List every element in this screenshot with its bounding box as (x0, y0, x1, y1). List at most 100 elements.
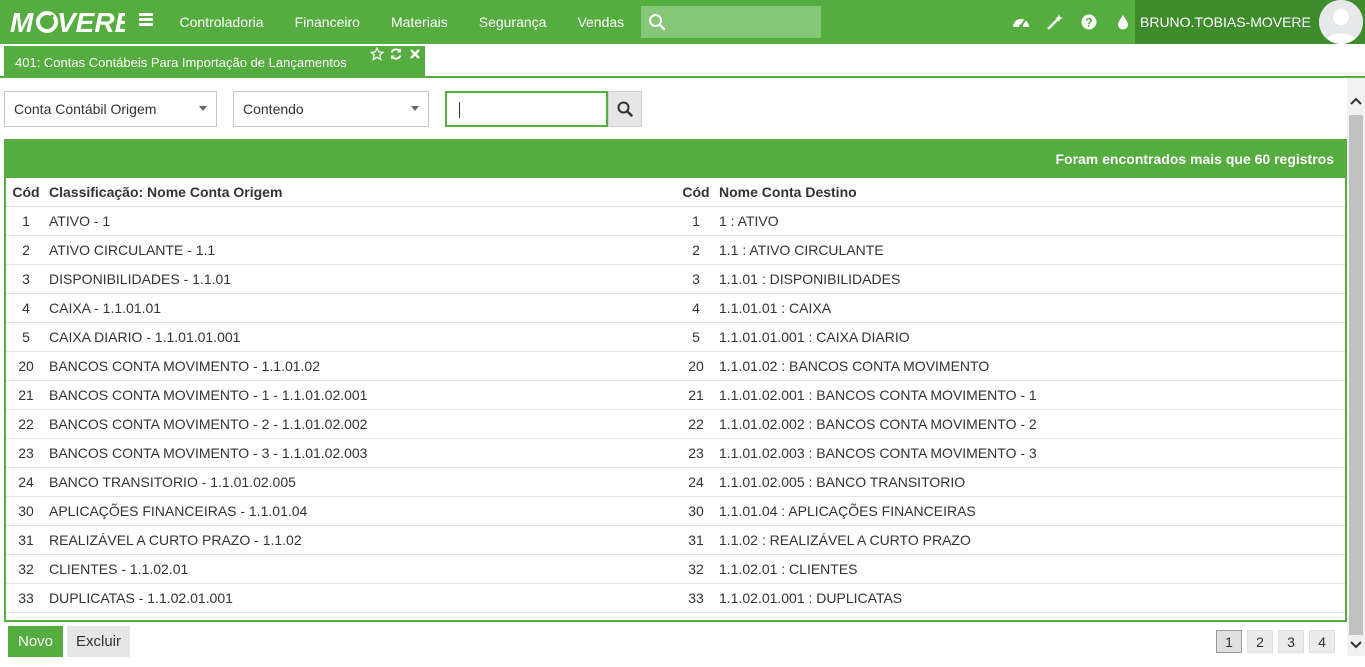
scroll-up-icon[interactable] (1347, 92, 1365, 110)
row-cod-origem: 23 (18, 445, 34, 461)
row-conta-origem: BANCOS CONTA MOVIMENTO - 1.1.01.02 (49, 358, 320, 374)
row-conta-destino: 1 : ATIVO (719, 213, 779, 229)
avatar[interactable] (1319, 0, 1363, 44)
row-cod-destino: 2 (692, 242, 700, 258)
table-row[interactable]: 24 BANCO TRANSITORIO - 1.1.01.02.005 24 1.1… (6, 468, 1345, 497)
chevron-down-icon (411, 106, 419, 111)
table-row[interactable]: 3 DISPONIBILIDADES - 1.1.01 3 1.1.01 : DISP… (6, 265, 1345, 294)
row-conta-destino: 1.1.01.02.002 : BANCOS CONTA MOVIMENTO -… (719, 416, 1037, 432)
results-panel: Foram encontrados mais que 60 registros … (4, 139, 1347, 622)
row-cod-destino: 3 (692, 271, 700, 287)
row-conta-destino: 1.1.01.02.003 : BANCOS CONTA MOVIMENTO -… (719, 445, 1037, 461)
row-cod-destino: 4 (692, 300, 700, 316)
scroll-thumb[interactable] (1349, 115, 1363, 635)
search-icon (617, 101, 633, 117)
top-navbar: M VERE Controladoria Financeiro Materiai… (0, 0, 1365, 44)
table-row[interactable]: 4 CAIXA - 1.1.01.01 4 1.1.01.01 : CAIXA (6, 294, 1345, 323)
page-button-2[interactable]: 2 (1247, 630, 1273, 653)
row-cod-origem: 2 (22, 242, 30, 258)
svg-text:?: ? (1085, 16, 1092, 30)
menu-toggle-icon[interactable] (139, 13, 153, 27)
row-conta-origem: APLICAÇÕES FINANCEIRAS - 1.1.01.04 (49, 503, 308, 519)
table-row[interactable]: 21 BANCOS CONTA MOVIMENTO - 1 - 1.1.01.02… (6, 381, 1345, 410)
table-row[interactable]: 20 BANCOS CONTA MOVIMENTO - 1.1.01.02 20 1.… (6, 352, 1345, 381)
filter-value-field (445, 91, 608, 127)
column-header-conta-destino[interactable]: Nome Conta Destino (719, 178, 857, 206)
menu-item-financeiro[interactable]: Financeiro (279, 0, 375, 44)
row-conta-origem: REALIZÁVEL A CURTO PRAZO - 1.1.02 (49, 532, 302, 548)
row-cod-destino: 31 (688, 532, 704, 548)
row-cod-origem: 30 (18, 503, 34, 519)
magic-wand-icon[interactable] (1038, 0, 1072, 44)
row-cod-destino: 30 (688, 503, 704, 519)
star-icon[interactable] (370, 47, 384, 61)
dashboard-icon[interactable] (1004, 0, 1038, 44)
filter-field-select[interactable]: Conta Contábil Origem (4, 91, 217, 127)
svg-text:M: M (10, 7, 34, 38)
row-conta-destino: 1.1.01 : DISPONIBILIDADES (719, 271, 901, 287)
user-menu[interactable]: BRUNO.TOBIAS-MOVERE (1135, 0, 1365, 44)
column-header-conta-origem[interactable]: Classificação: Nome Conta Origem (49, 178, 282, 206)
row-conta-destino: 1.1.01.02.005 : BANCO TRANSITORIO (719, 474, 966, 490)
tab-title: 401: Contas Contábeis Para Importação de… (15, 55, 347, 70)
row-conta-origem: BANCOS CONTA MOVIMENTO - 1 - 1.1.01.02.0… (49, 387, 368, 403)
row-cod-destino: 21 (688, 387, 704, 403)
table-row[interactable]: 22 BANCOS CONTA MOVIMENTO - 2 - 1.1.01.02… (6, 410, 1345, 439)
menu-item-materiais[interactable]: Materiais (375, 0, 463, 44)
search-button[interactable] (608, 91, 642, 127)
scroll-down-icon[interactable] (1347, 636, 1365, 654)
row-conta-origem: DUPLICATAS - 1.1.02.01.001 (49, 590, 233, 606)
svg-text:VERE: VERE (57, 7, 125, 38)
tab-contas-contabeis[interactable]: 401: Contas Contábeis Para Importação de… (4, 46, 425, 78)
filter-field-value: Conta Contábil Origem (14, 101, 157, 117)
table-row[interactable]: 2 ATIVO CIRCULANTE - 1.1 2 1.1 : ATIVO CIRC… (6, 236, 1345, 265)
row-cod-origem: 20 (18, 358, 34, 374)
menu-item-controladoria[interactable]: Controladoria (164, 0, 279, 44)
table-row[interactable]: 31 REALIZÁVEL A CURTO PRAZO - 1.1.02 31 1.1… (6, 526, 1345, 555)
table-row[interactable]: 23 BANCOS CONTA MOVIMENTO - 3 - 1.1.01.02… (6, 439, 1345, 468)
row-conta-destino: 1.1.01.04 : APLICAÇÕES FINANCEIRAS (719, 503, 976, 519)
results-summary: Foram encontrados mais que 60 registros (6, 139, 1345, 178)
page-scrollbar[interactable] (1347, 78, 1365, 656)
global-search (641, 6, 821, 38)
filter-value-input[interactable] (447, 93, 606, 125)
row-cod-origem: 32 (18, 561, 34, 577)
movere-logo[interactable]: M VERE (10, 6, 125, 38)
nav-icon-group: ? (1004, 0, 1140, 44)
row-conta-origem: DISPONIBILIDADES - 1.1.01 (49, 271, 232, 287)
text-cursor (459, 102, 460, 118)
help-icon[interactable]: ? (1072, 0, 1106, 44)
column-header-cod-destino[interactable]: Cód (678, 178, 714, 206)
row-cod-destino: 32 (688, 561, 704, 577)
new-button[interactable]: Novo (8, 626, 63, 657)
row-conta-origem: CAIXA DIARIO - 1.1.01.01.001 (49, 329, 241, 345)
page-button-3[interactable]: 3 (1278, 630, 1304, 653)
row-conta-destino: 1.1.01.01.001 : CAIXA DIARIO (719, 329, 910, 345)
row-cod-destino: 5 (692, 329, 700, 345)
filter-operator-select[interactable]: Contendo (233, 91, 429, 127)
row-conta-destino: 1.1.01.01 : CAIXA (719, 300, 832, 316)
page-button-1[interactable]: 1 (1216, 630, 1242, 653)
column-header-cod-origem[interactable]: Cód (6, 178, 46, 206)
close-icon[interactable] (408, 47, 422, 61)
row-cod-origem: 4 (22, 300, 30, 316)
chevron-down-icon (199, 106, 207, 111)
delete-button[interactable]: Excluir (67, 626, 130, 657)
refresh-icon[interactable] (389, 47, 403, 61)
row-conta-destino: 1.1.01.02.001 : BANCOS CONTA MOVIMENTO -… (719, 387, 1037, 403)
table-row[interactable]: 1 ATIVO - 1 1 1 : ATIVO (6, 207, 1345, 236)
row-cod-destino: 22 (688, 416, 704, 432)
menu-item-vendas[interactable]: Vendas (562, 0, 640, 44)
row-conta-origem: BANCOS CONTA MOVIMENTO - 2 - 1.1.01.02.0… (49, 416, 368, 432)
table-row[interactable]: 33 DUPLICATAS - 1.1.02.01.001 33 1.1.02.01.… (6, 584, 1345, 613)
table-row[interactable]: 32 CLIENTES - 1.1.02.01 32 1.1.02.01 : CLIE… (6, 555, 1345, 584)
page-button-4[interactable]: 4 (1309, 630, 1335, 653)
row-cod-destino: 24 (688, 474, 704, 490)
row-conta-destino: 1.1.02 : REALIZÁVEL A CURTO PRAZO (719, 532, 971, 548)
table-row[interactable]: 30 APLICAÇÕES FINANCEIRAS - 1.1.01.04 30 1.… (6, 497, 1345, 526)
menu-item-seguranca[interactable]: Segurança (463, 0, 562, 44)
global-search-input[interactable] (673, 14, 813, 30)
search-icon[interactable] (641, 6, 673, 38)
table-row[interactable]: 5 CAIXA DIARIO - 1.1.01.01.001 5 1.1.01.01.… (6, 323, 1345, 352)
row-conta-destino: 1.1 : ATIVO CIRCULANTE (719, 242, 884, 258)
